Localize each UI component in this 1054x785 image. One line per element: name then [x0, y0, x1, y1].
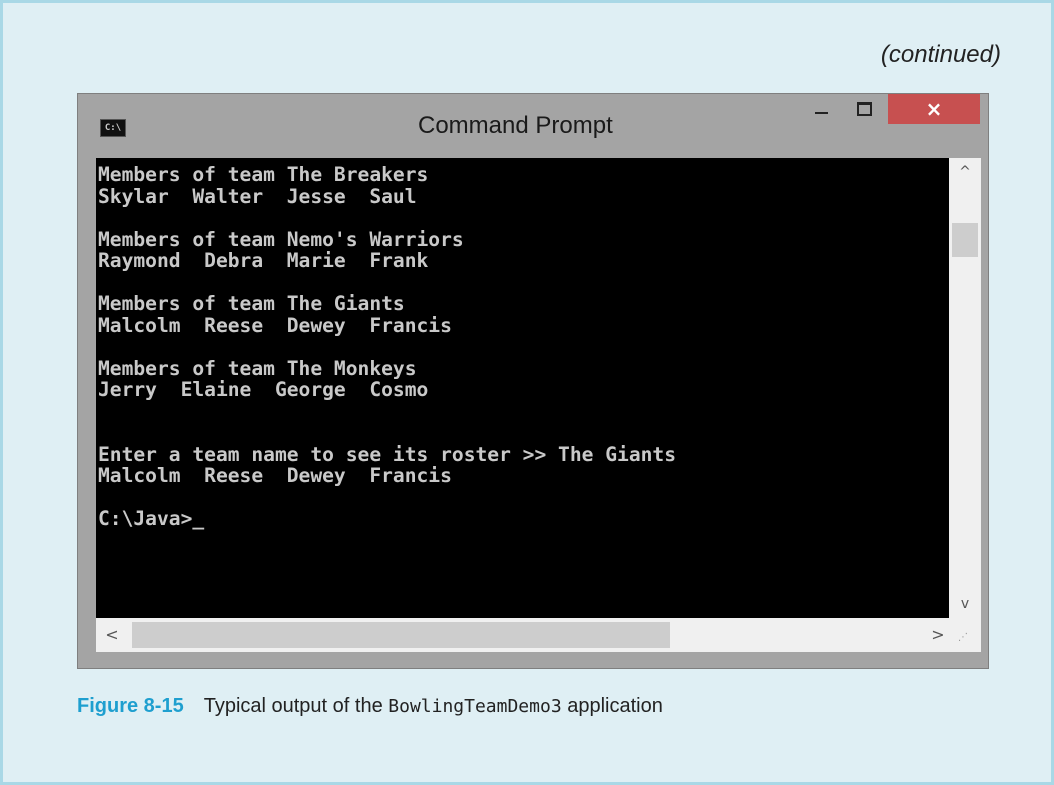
maximize-icon [856, 102, 872, 116]
caption-code-name: BowlingTeamDemo3 [388, 696, 562, 717]
continued-label: (continued) [880, 41, 1001, 68]
vertical-scrollbar[interactable]: ^ v [949, 158, 981, 618]
window-title: Command Prompt [418, 112, 613, 139]
minimize-button[interactable] [800, 94, 842, 124]
console-output-text: Members of team The Breakers Skylar Walt… [98, 163, 677, 530]
figure-caption: Figure 8-15 Typical output of the Bowlin… [77, 695, 663, 718]
command-prompt-window: C:\ Command Prompt × Members of team The… [77, 93, 989, 669]
title-bar[interactable]: C:\ Command Prompt × [78, 94, 988, 158]
scroll-right-button[interactable]: > [924, 618, 952, 652]
close-icon: × [925, 97, 943, 121]
figure-panel: (continued) C:\ Command Prompt × Members… [0, 0, 1054, 785]
resize-grip-icon[interactable]: ⋰ [958, 632, 968, 643]
scroll-up-button[interactable]: ^ [949, 158, 981, 186]
console-app-icon[interactable]: C:\ [100, 119, 126, 137]
minimize-icon [814, 112, 828, 114]
scroll-left-button[interactable]: < [98, 618, 126, 652]
caption-text-after: application [561, 695, 663, 717]
horizontal-scroll-thumb[interactable] [132, 622, 670, 648]
console-output-area[interactable]: Members of team The Breakers Skylar Walt… [96, 158, 949, 618]
figure-number: Figure 8-15 [77, 695, 184, 717]
close-button[interactable]: × [888, 94, 980, 124]
vertical-scroll-thumb[interactable] [952, 223, 978, 257]
horizontal-scrollbar[interactable]: < > ⋰ [96, 618, 981, 652]
caption-text-before: Typical output of the [203, 695, 389, 717]
maximize-button[interactable] [842, 94, 886, 124]
scroll-down-button[interactable]: v [949, 590, 981, 618]
